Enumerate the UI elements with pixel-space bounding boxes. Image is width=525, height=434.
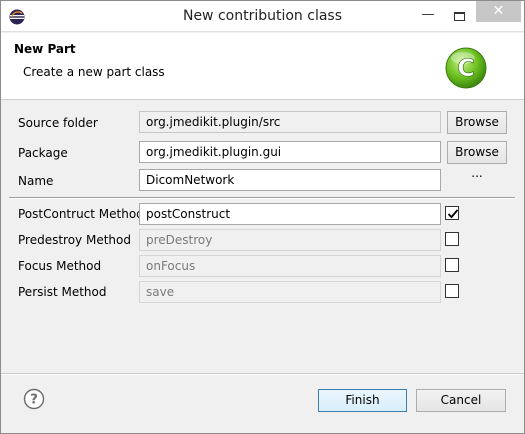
predestroy-checkbox[interactable] bbox=[445, 232, 459, 246]
finish-button[interactable]: Finish bbox=[318, 389, 407, 412]
wizard-header: New Part Create a new part class C bbox=[1, 33, 524, 100]
postconstruct-checkbox[interactable] bbox=[445, 206, 459, 220]
page-title: New Part bbox=[14, 42, 76, 56]
minimize-button[interactable]: — bbox=[415, 7, 441, 27]
postconstruct-field[interactable]: postConstruct bbox=[139, 203, 441, 225]
source-folder-field[interactable]: org.jmedikit.plugin/src bbox=[139, 111, 441, 133]
check-icon bbox=[447, 209, 459, 219]
persist-checkbox[interactable] bbox=[445, 284, 459, 298]
focus-checkbox[interactable] bbox=[445, 258, 459, 272]
form-separator bbox=[9, 197, 515, 199]
cancel-button[interactable]: Cancel bbox=[416, 389, 506, 412]
logo-letter: C bbox=[457, 54, 475, 82]
maximize-button[interactable] bbox=[446, 7, 472, 27]
postconstruct-label: PostContruct Method bbox=[18, 207, 144, 221]
source-folder-label: Source folder bbox=[18, 116, 98, 130]
title-bar: New contribution class — ✕ bbox=[1, 1, 524, 32]
predestroy-field[interactable]: preDestroy bbox=[139, 229, 441, 251]
package-field[interactable]: org.jmedikit.plugin.gui bbox=[139, 141, 441, 163]
maximize-icon bbox=[454, 12, 465, 21]
name-field[interactable]: DicomNetwork bbox=[139, 169, 441, 191]
focus-label: Focus Method bbox=[18, 259, 102, 273]
close-button[interactable]: ✕ bbox=[476, 1, 521, 22]
browse-package-button[interactable]: Browse ... bbox=[447, 141, 507, 180]
package-label: Package bbox=[18, 146, 68, 160]
predestroy-label: Predestroy Method bbox=[18, 233, 131, 247]
help-glyph: ? bbox=[30, 393, 38, 408]
focus-field[interactable]: onFocus bbox=[139, 255, 441, 277]
footer-separator bbox=[1, 373, 524, 375]
persist-field[interactable]: save bbox=[139, 281, 441, 303]
dialog-window: New contribution class — ✕ New Part Crea… bbox=[0, 0, 525, 434]
name-label: Name bbox=[18, 174, 54, 188]
browse-source-folder-button[interactable]: Browse ... bbox=[447, 111, 507, 150]
persist-label: Persist Method bbox=[18, 285, 107, 299]
class-logo-icon: C bbox=[445, 47, 487, 89]
help-icon[interactable]: ? bbox=[23, 388, 45, 410]
page-description: Create a new part class bbox=[23, 65, 165, 79]
